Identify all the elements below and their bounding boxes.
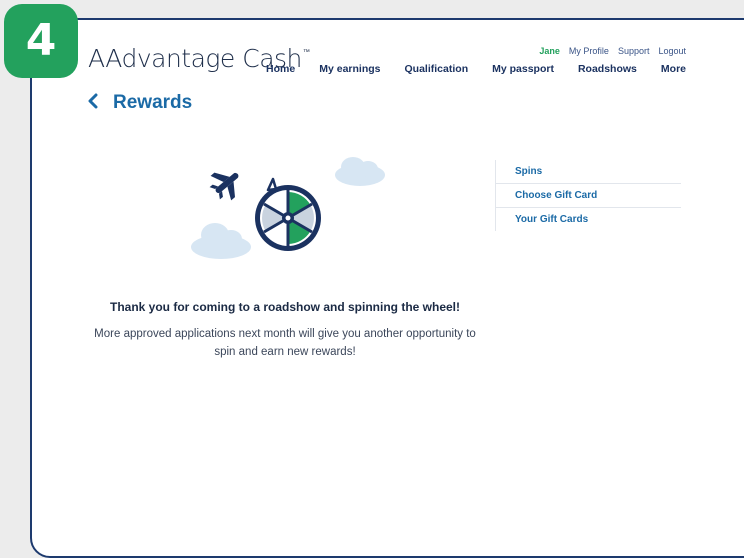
airplane-icon bbox=[209, 172, 239, 201]
nav-my-passport[interactable]: My passport bbox=[492, 63, 554, 75]
page-title: Rewards bbox=[113, 92, 193, 113]
nav-my-earnings[interactable]: My earnings bbox=[319, 63, 380, 75]
user-name-link[interactable]: Jane bbox=[539, 46, 560, 56]
nav-home[interactable]: Home bbox=[266, 63, 295, 75]
prize-wheel-icon bbox=[255, 177, 321, 251]
cloud-icon bbox=[335, 157, 385, 186]
side-menu-spins[interactable]: Spins bbox=[496, 160, 681, 184]
support-link[interactable]: Support bbox=[618, 46, 650, 56]
nav-more[interactable]: More bbox=[661, 63, 686, 75]
back-chevron-icon[interactable] bbox=[87, 91, 99, 113]
side-menu-choose-gift-card[interactable]: Choose Gift Card bbox=[496, 184, 681, 208]
utility-nav: Jane My Profile Support Logout bbox=[539, 46, 686, 56]
side-menu-your-gift-cards[interactable]: Your Gift Cards bbox=[496, 208, 681, 231]
thank-you-body: More approved applications next month wi… bbox=[94, 328, 476, 358]
cloud-icon bbox=[191, 223, 251, 259]
logout-link[interactable]: Logout bbox=[658, 46, 686, 56]
trademark-mark: ™ bbox=[302, 48, 310, 56]
thank-you-headline: Thank you for coming to a roadshow and s… bbox=[109, 300, 460, 314]
step-number-badge: 4 bbox=[4, 4, 78, 78]
nav-qualification[interactable]: Qualification bbox=[405, 63, 469, 75]
my-profile-link[interactable]: My Profile bbox=[569, 46, 609, 56]
page-header: Rewards bbox=[87, 92, 192, 114]
rewards-side-menu: Spins Choose Gift Card Your Gift Cards bbox=[495, 160, 681, 231]
rewards-illustration bbox=[191, 157, 385, 259]
main-nav: Home My earnings Qualification My passpo… bbox=[266, 63, 686, 75]
thank-you-message: Thank you for coming to a roadshow and s… bbox=[85, 300, 485, 361]
nav-roadshows[interactable]: Roadshows bbox=[578, 63, 637, 75]
